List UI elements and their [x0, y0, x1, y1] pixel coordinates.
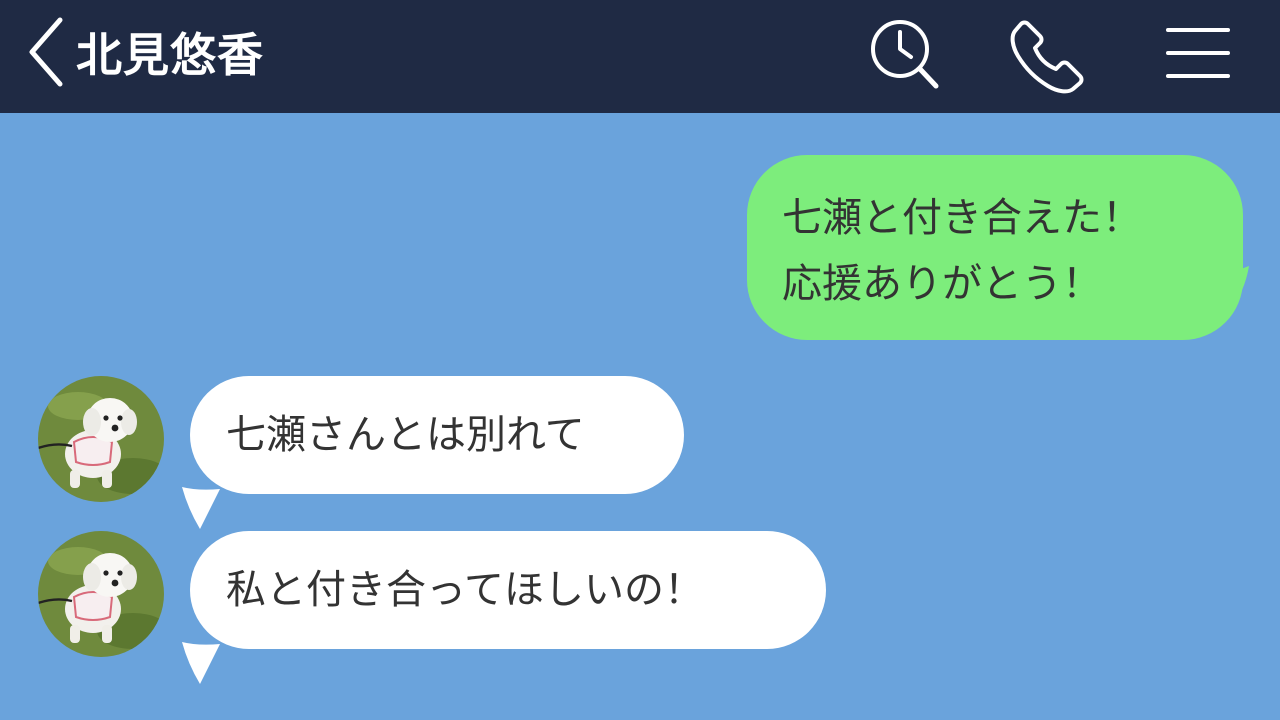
incoming-message-bubble[interactable]: 七瀬さんとは別れて: [190, 376, 684, 494]
incoming-bubble-tail: [182, 487, 220, 529]
search-clock-icon: [871, 20, 939, 89]
chat-screen: 北見悠香 七瀬と付き合えた！ 応援ありがとう！ 七瀬さんとは別れて 私と付き合っ…: [0, 0, 1280, 720]
incoming-message-bubble[interactable]: 私と付き合ってほしいの！: [190, 531, 826, 649]
outgoing-message-bubble[interactable]: 七瀬と付き合えた！ 応援ありがとう！: [747, 155, 1243, 340]
chat-area[interactable]: 七瀬と付き合えた！ 応援ありがとう！ 七瀬さんとは別れて 私と付き合ってほしいの…: [0, 113, 1280, 720]
phone-icon: [1010, 20, 1084, 94]
dog-avatar-icon: [38, 376, 164, 502]
back-chevron-icon: [29, 17, 63, 87]
search-button[interactable]: [864, 16, 944, 96]
call-button[interactable]: [1008, 16, 1088, 96]
contact-avatar[interactable]: [38, 376, 164, 502]
menu-icon: [1166, 28, 1230, 78]
header-bar: 北見悠香: [0, 0, 1280, 113]
dog-avatar-icon: [38, 531, 164, 657]
message-text: 私と付き合ってほしいの！: [226, 567, 704, 613]
incoming-bubble-tail: [182, 642, 220, 684]
back-button[interactable]: [22, 14, 72, 90]
chat-title: 北見悠香: [76, 28, 264, 82]
message-text: 七瀬さんとは別れて: [226, 412, 585, 458]
menu-button[interactable]: [1158, 16, 1238, 96]
contact-avatar[interactable]: [38, 531, 164, 657]
message-text-line: 応援ありがとう！: [782, 261, 1102, 307]
message-text-line: 七瀬と付き合えた！: [782, 195, 1142, 241]
